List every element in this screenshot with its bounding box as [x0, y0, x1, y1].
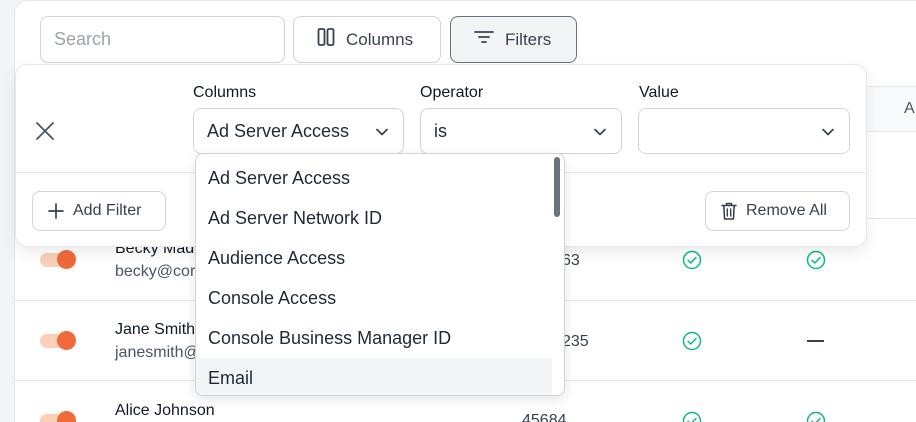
dropdown-option[interactable]: Ad Server Network ID: [196, 198, 552, 238]
table-header-partial-label: A: [904, 100, 915, 117]
value-field-label: Value: [639, 84, 679, 101]
trash-icon: [721, 202, 737, 220]
value-select[interactable]: [638, 108, 850, 154]
operator-select-value: is: [434, 120, 447, 141]
dropdown-option[interactable]: Console Access: [196, 278, 552, 318]
operator-field-label: Operator: [420, 84, 484, 101]
status-toggle[interactable]: [40, 411, 76, 422]
check-circle-icon: [806, 411, 826, 422]
user-name: Jane Smith: [115, 321, 196, 338]
filter-icon: [473, 27, 495, 52]
column-dropdown-menu: Ad Server Access Ad Server Network ID Au…: [195, 153, 565, 396]
column-select-value: Ad Server Access: [207, 120, 350, 141]
add-filter-button[interactable]: Add Filter: [32, 191, 166, 231]
column-select[interactable]: Ad Server Access: [193, 108, 404, 154]
check-circle-icon: [806, 250, 826, 270]
filters-button[interactable]: Filters: [450, 16, 577, 63]
remove-all-button[interactable]: Remove All: [705, 191, 850, 231]
chevron-down-icon: [594, 128, 606, 136]
user-email: becky@cor: [115, 263, 196, 280]
user-email: janesmith@: [115, 344, 200, 361]
filters-button-label: Filters: [505, 29, 552, 49]
user-id: 235: [562, 333, 589, 350]
dropdown-scrollbar[interactable]: [554, 157, 560, 217]
dropdown-option[interactable]: Audience Access: [196, 238, 552, 278]
empty-dash-icon: [807, 340, 824, 342]
dropdown-option[interactable]: Console Business Manager ID: [196, 318, 552, 358]
user-id: 45684: [522, 412, 567, 422]
status-toggle[interactable]: [40, 250, 76, 269]
chevron-down-icon: [822, 128, 834, 136]
check-circle-icon: [682, 331, 702, 351]
operator-select[interactable]: is: [420, 108, 622, 154]
dropdown-option-hovered[interactable]: Email: [196, 358, 552, 395]
plus-icon: [48, 203, 64, 219]
columns-button-label: Columns: [346, 29, 414, 49]
add-filter-label: Add Filter: [73, 202, 142, 219]
columns-button[interactable]: Columns: [293, 16, 441, 63]
columns-field-label: Columns: [193, 84, 257, 101]
chevron-down-icon: [376, 128, 388, 136]
remove-all-label: Remove All: [746, 202, 827, 219]
status-toggle[interactable]: [40, 331, 76, 350]
search-input[interactable]: [40, 16, 285, 63]
check-circle-icon: [682, 411, 702, 422]
dropdown-option[interactable]: Ad Server Access: [196, 158, 552, 198]
user-name: Alice Johnson: [115, 402, 215, 419]
check-circle-icon: [682, 250, 702, 270]
columns-icon: [316, 27, 336, 52]
close-icon[interactable]: [34, 120, 56, 142]
